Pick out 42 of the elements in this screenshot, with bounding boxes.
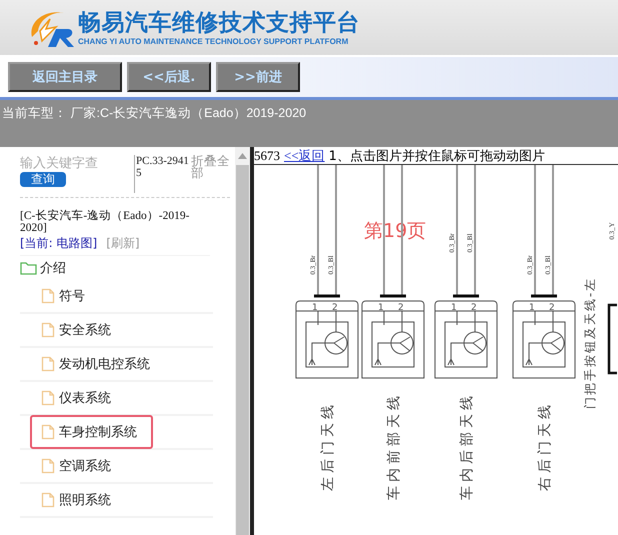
image-count: 5673 bbox=[254, 148, 280, 164]
site-subtitle: CHANG YI AUTO MAINTENANCE TECHNOLOGY SUPPORT PLATFORM bbox=[78, 36, 350, 46]
site-title: 畅易汽车维修技术支持平台 bbox=[78, 8, 360, 36]
tree-item[interactable]: 空调系统 bbox=[30, 449, 127, 483]
pin-number: 1 bbox=[378, 303, 384, 313]
scroll-up-icon[interactable] bbox=[238, 153, 247, 159]
pin-number: 2 bbox=[398, 303, 404, 313]
tree-folder[interactable]: 介绍 bbox=[20, 256, 235, 280]
document-icon bbox=[41, 390, 55, 406]
current-vehicle: 当前车型： 厂家:C-长安汽车逸动（Eado）2019-2020 bbox=[2, 106, 306, 120]
current-view-label: [当前: 电路图] bbox=[20, 235, 98, 252]
back-link[interactable]: <<返回 bbox=[284, 146, 325, 164]
document-icon bbox=[41, 458, 55, 474]
document-icon bbox=[41, 356, 55, 372]
scrollbar[interactable] bbox=[235, 147, 250, 535]
folder-icon bbox=[20, 261, 37, 275]
pin-number: 1 bbox=[529, 303, 535, 313]
drag-hint: 1、点击图片并按住鼠标可拖动动图片 bbox=[328, 148, 545, 164]
part-code: PC.33-29415 bbox=[134, 155, 190, 193]
document-icon bbox=[41, 322, 55, 338]
document-icon bbox=[41, 288, 55, 304]
pin-number: 2 bbox=[549, 303, 555, 313]
pin-number: 1 bbox=[451, 303, 457, 313]
document-icon bbox=[41, 424, 55, 440]
side-label: 门把手按钮及天线-左 bbox=[583, 276, 597, 410]
tree-item[interactable]: 仪表系统 bbox=[30, 381, 127, 415]
tree-item[interactable]: 符号 bbox=[30, 279, 101, 313]
connector-label: 左后门天线 bbox=[320, 401, 336, 491]
tree-item[interactable]: 安全系统 bbox=[30, 313, 127, 347]
pin-number: 1 bbox=[312, 303, 318, 313]
connector-label: 右后门天线 bbox=[537, 401, 553, 491]
connector-label: 车内前部天线 bbox=[386, 392, 402, 500]
document-icon bbox=[41, 492, 55, 508]
connector-label: 车内后部天线 bbox=[459, 392, 475, 500]
vehicle-name: [C-长安汽车-逸动（Eado）-2019-2020] bbox=[20, 210, 190, 234]
tree-item[interactable]: 照明系统 bbox=[30, 483, 127, 517]
pin-number: 2 bbox=[471, 303, 477, 313]
component-outline bbox=[608, 304, 617, 374]
tree-item[interactable]: 车身控制系统 bbox=[30, 415, 153, 449]
search-button[interactable]: 查询 bbox=[20, 172, 66, 187]
tree-item[interactable]: 发动机电控系统 bbox=[30, 347, 166, 381]
pin-number: 2 bbox=[332, 303, 338, 313]
